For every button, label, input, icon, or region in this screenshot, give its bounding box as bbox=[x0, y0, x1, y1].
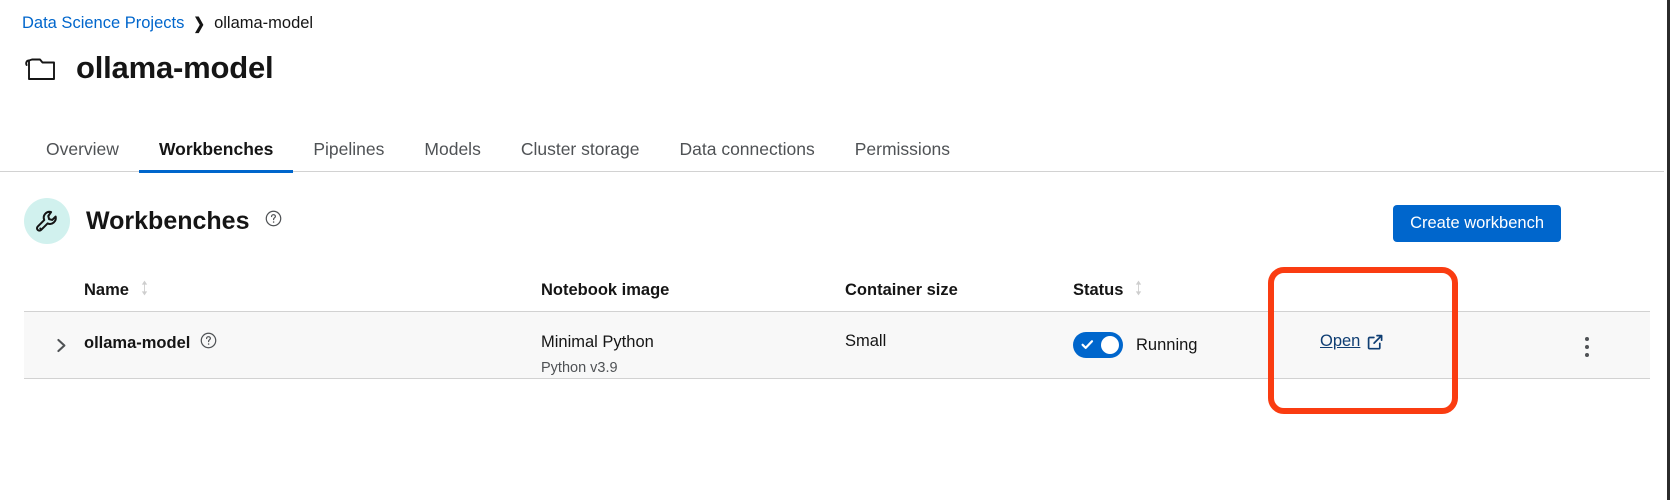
workbench-name[interactable]: ollama-model bbox=[84, 334, 190, 353]
project-folder-icon bbox=[24, 53, 58, 83]
kebab-menu-icon[interactable] bbox=[1574, 332, 1600, 362]
kebab-dot bbox=[1585, 345, 1589, 349]
sort-icon[interactable] bbox=[139, 280, 150, 301]
column-header-status[interactable]: Status bbox=[1073, 280, 1320, 301]
section-title: Workbenches bbox=[86, 207, 250, 235]
tab-models[interactable]: Models bbox=[404, 126, 500, 172]
chevron-right-icon: ❯ bbox=[193, 13, 206, 33]
toggle-knob bbox=[1101, 336, 1119, 354]
sort-icon[interactable] bbox=[1133, 280, 1144, 301]
notebook-image-name: Minimal Python bbox=[541, 333, 654, 351]
column-header-notebook-image-label: Notebook image bbox=[541, 281, 670, 299]
tab-overview[interactable]: Overview bbox=[26, 126, 139, 172]
breadcrumb: Data Science Projects ❯ ollama-model bbox=[22, 12, 313, 34]
help-circle-icon[interactable] bbox=[265, 210, 282, 232]
column-header-name-label: Name bbox=[84, 281, 129, 299]
tab-data-connections[interactable]: Data connections bbox=[660, 126, 835, 172]
page-root: Data Science Projects ❯ ollama-model oll… bbox=[0, 0, 1670, 500]
tab-bar: Overview Workbenches Pipelines Models Cl… bbox=[0, 126, 1664, 173]
column-header-status-label: Status bbox=[1073, 281, 1124, 299]
page-title: ollama-model bbox=[76, 50, 274, 85]
status-label: Running bbox=[1136, 335, 1198, 354]
kebab-dot bbox=[1585, 353, 1589, 357]
section-header: Workbenches bbox=[24, 198, 282, 244]
table-row: ollama-model Minimal Python Python v3.9 … bbox=[24, 312, 1650, 379]
wrench-icon bbox=[24, 198, 70, 244]
breadcrumb-link-data-science-projects[interactable]: Data Science Projects bbox=[22, 12, 184, 34]
create-workbench-button[interactable]: Create workbench bbox=[1393, 205, 1561, 242]
column-header-container-size-label: Container size bbox=[845, 281, 958, 299]
cell-name: ollama-model bbox=[84, 312, 541, 354]
chevron-right-icon[interactable] bbox=[50, 334, 72, 356]
cell-notebook-image: Minimal Python Python v3.9 bbox=[541, 312, 845, 378]
cell-status: Running bbox=[1073, 312, 1320, 358]
open-link-label: Open bbox=[1320, 332, 1361, 350]
cell-container-size: Small bbox=[845, 312, 1073, 351]
row-expand-cell bbox=[24, 312, 84, 356]
container-size-value: Small bbox=[845, 332, 887, 350]
tab-pipelines[interactable]: Pipelines bbox=[293, 126, 404, 172]
status-toggle[interactable] bbox=[1073, 332, 1123, 358]
page-title-row: ollama-model bbox=[24, 50, 274, 86]
column-header-name[interactable]: Name bbox=[84, 280, 541, 301]
column-header-notebook-image: Notebook image bbox=[541, 281, 845, 300]
table-header-row: Name Notebook image Container size Statu… bbox=[24, 270, 1650, 312]
kebab-dot bbox=[1585, 337, 1589, 341]
open-link[interactable]: Open bbox=[1320, 332, 1383, 351]
breadcrumb-current: ollama-model bbox=[214, 14, 314, 32]
notebook-image-version: Python v3.9 bbox=[541, 360, 618, 376]
external-link-icon bbox=[1367, 334, 1383, 350]
cell-actions bbox=[1519, 312, 1650, 362]
cell-open: Open bbox=[1320, 312, 1519, 351]
tab-permissions[interactable]: Permissions bbox=[835, 126, 970, 172]
tab-workbenches[interactable]: Workbenches bbox=[138, 126, 294, 173]
workbenches-table: Name Notebook image Container size Statu… bbox=[24, 270, 1650, 379]
column-header-container-size: Container size bbox=[845, 281, 1073, 300]
tab-cluster-storage[interactable]: Cluster storage bbox=[501, 126, 660, 172]
help-circle-icon[interactable] bbox=[200, 332, 217, 354]
